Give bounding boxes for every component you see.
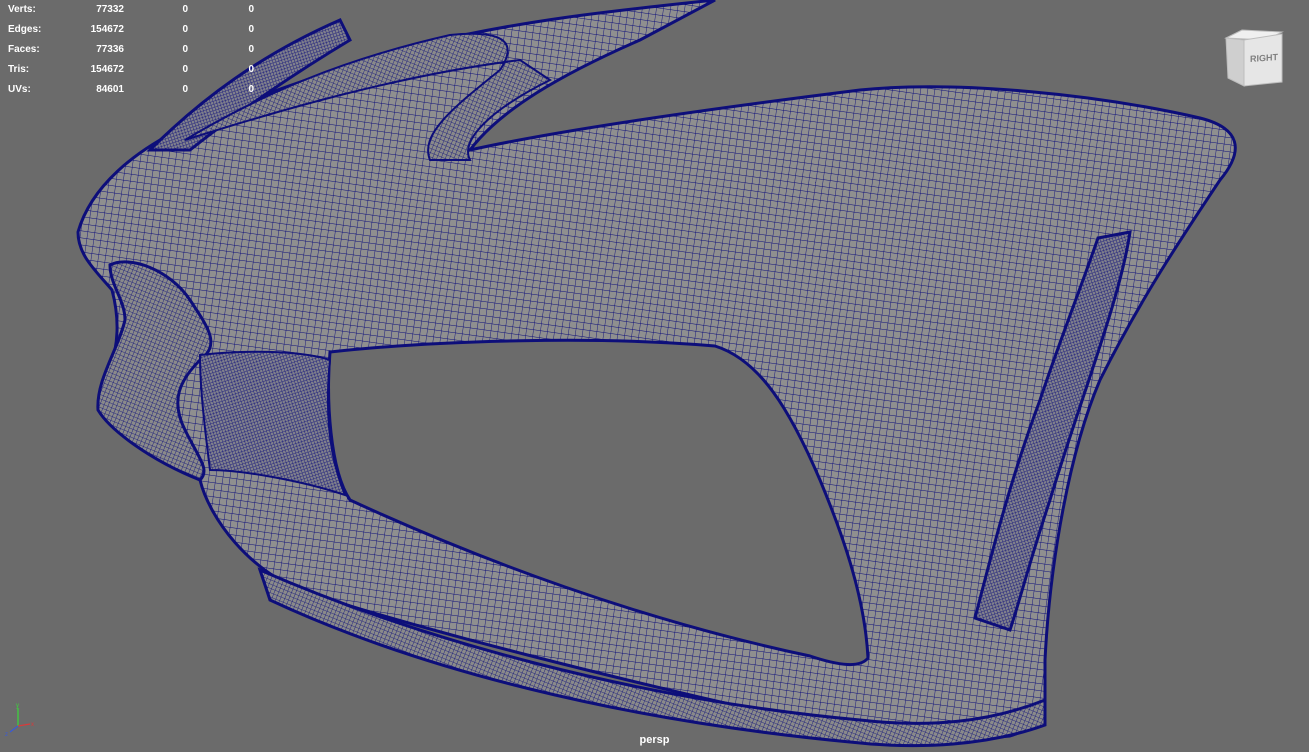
axis-y-letter: y <box>16 703 19 709</box>
hud-value: 0 <box>182 4 188 15</box>
hud-value: 0 <box>248 44 254 55</box>
hud-value: 0 <box>248 64 254 75</box>
hud-value: 154672 <box>90 64 124 75</box>
hud-value: 77332 <box>96 4 124 15</box>
axis-x-line <box>17 723 31 727</box>
poly-count-hud: Verts: 77332 0 0 Edges: 154672 0 0 Faces… <box>8 0 254 100</box>
hud-row-verts: Verts: 77332 0 0 <box>8 0 254 20</box>
hud-label: Tris: <box>8 64 30 75</box>
hud-value: 0 <box>248 24 254 35</box>
camera-name-label: persp <box>639 734 670 746</box>
perspective-viewport[interactable]: Verts: 77332 0 0 Edges: 154672 0 0 Faces… <box>0 0 1309 752</box>
hud-value: 0 <box>182 64 188 75</box>
hud-label: UVs: <box>8 84 31 95</box>
hud-value: 84601 <box>96 84 124 95</box>
hud-value: 0 <box>182 24 188 35</box>
car-bumper-wireframe-mesh[interactable] <box>0 0 1309 752</box>
hud-label: Faces: <box>8 44 40 55</box>
hud-value: 77336 <box>96 44 124 55</box>
axis-z-line <box>9 725 19 733</box>
hud-value: 0 <box>248 84 254 95</box>
hud-row-uvs: UVs: 84601 0 0 <box>8 80 254 100</box>
hud-value: 0 <box>182 44 188 55</box>
hud-value: 0 <box>248 4 254 15</box>
hud-value: 154672 <box>90 24 124 35</box>
hud-value: 0 <box>182 84 188 95</box>
hud-label: Verts: <box>8 4 36 15</box>
axis-x-letter: x <box>31 722 34 728</box>
hud-label: Edges: <box>8 24 42 35</box>
hud-row-edges: Edges: 154672 0 0 <box>8 20 254 40</box>
hud-row-tris: Tris: 154672 0 0 <box>8 60 254 80</box>
hud-row-faces: Faces: 77336 0 0 <box>8 40 254 60</box>
view-cube-front-face[interactable] <box>1225 37 1245 87</box>
